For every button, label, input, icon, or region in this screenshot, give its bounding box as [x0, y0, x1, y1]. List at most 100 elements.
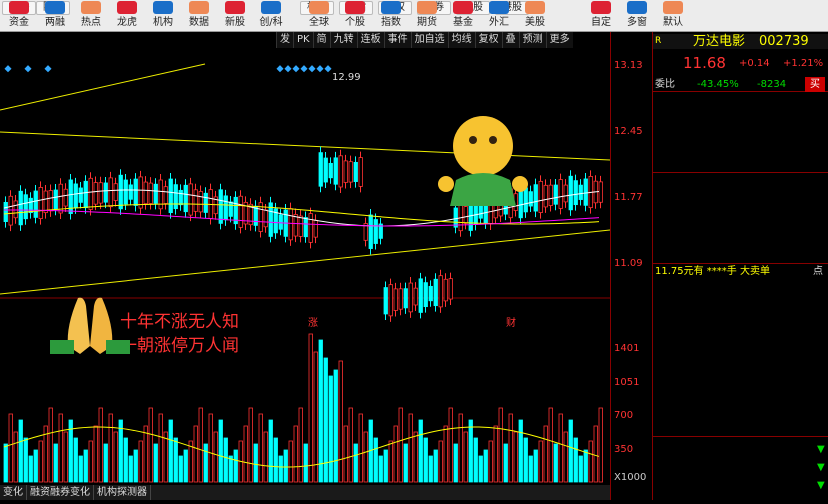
candle-body: [308, 213, 313, 243]
index-button[interactable]: 指数: [374, 16, 408, 30]
institution-button[interactable]: 机构: [146, 16, 180, 30]
volume-bar: [438, 440, 443, 483]
candle-body: [23, 194, 28, 220]
chart-tab[interactable]: 均线: [447, 32, 475, 48]
candle-body: [413, 287, 418, 306]
event-marker[interactable]: 财: [506, 316, 516, 329]
tick-row: ▼: [653, 478, 828, 493]
chart-tab[interactable]: 复权: [474, 32, 502, 48]
sell-level-row[interactable]: [653, 94, 828, 109]
candle-body: [188, 183, 193, 216]
candle-body: [408, 282, 413, 313]
chart-tab[interactable]: 连板: [356, 32, 384, 48]
futures-button[interactable]: 期货: [410, 16, 444, 30]
volume-bar: [273, 437, 278, 483]
candle-body: [53, 189, 58, 210]
volume-bar: [78, 455, 83, 483]
default-button[interactable]: 默认: [656, 16, 690, 30]
signal-marker: [44, 65, 52, 73]
buy-level-row[interactable]: [653, 210, 828, 225]
margin-button[interactable]: 两融: [38, 16, 72, 30]
candle-body: [303, 217, 308, 238]
candle-body: [143, 181, 148, 205]
volume-bar: [453, 443, 458, 483]
down-arrow-icon: ▼: [817, 462, 825, 473]
chart-tab[interactable]: 九转: [329, 32, 357, 48]
buy-level-row[interactable]: [653, 226, 828, 241]
kline-chart[interactable]: 12.99 涨 财: [0, 32, 611, 500]
chart-tab[interactable]: 预测: [518, 32, 546, 48]
volume-bar: [288, 440, 293, 483]
volume-bar: [493, 425, 498, 483]
praying-hands-icon: [48, 296, 132, 354]
trend-line: [0, 63, 206, 111]
bottom-tab[interactable]: 变化: [0, 485, 27, 500]
green-emoji-icon: [436, 110, 530, 206]
volume-bar: [313, 351, 318, 483]
overlay-line2: 一朝涨停万人闻: [120, 336, 239, 356]
candle-body: [338, 155, 343, 188]
data-button[interactable]: 数据: [182, 16, 216, 30]
volume-bar: [153, 443, 158, 483]
buy-level-row[interactable]: [653, 194, 828, 209]
chart-tab[interactable]: 叠: [501, 32, 519, 48]
sell-level-row[interactable]: [653, 109, 828, 124]
stock-button[interactable]: 个股: [338, 16, 372, 30]
chart-tab[interactable]: 加自选: [410, 32, 448, 48]
hot-button[interactable]: 热点: [74, 16, 108, 30]
buy-level-row[interactable]: [653, 178, 828, 193]
volume-tick: 1401: [614, 343, 640, 354]
star-button[interactable]: 创/科: [254, 16, 288, 30]
sell-level-row[interactable]: [653, 124, 828, 139]
chart-svg[interactable]: 12.99 涨 财: [0, 32, 611, 500]
multiwin-button[interactable]: 多窗: [620, 16, 654, 30]
volume-bar: [388, 440, 393, 483]
forex-button[interactable]: 外汇: [482, 16, 516, 30]
volume-bar: [18, 419, 23, 483]
candle-body: [133, 178, 138, 206]
globe-button[interactable]: 全球: [302, 16, 336, 30]
custom-button[interactable]: 自定: [584, 16, 618, 30]
ipo-button[interactable]: 新股: [218, 16, 252, 30]
volume-bar: [128, 455, 133, 483]
fund-button[interactable]: 基金: [446, 16, 480, 30]
volume-bar: [418, 419, 423, 483]
sell-level-row[interactable]: [653, 139, 828, 154]
candle-body: [443, 278, 448, 302]
default-icon: [663, 1, 683, 14]
price-tick: 11.77: [614, 192, 643, 203]
chart-tab[interactable]: 简: [312, 32, 330, 48]
candle-body: [313, 219, 318, 238]
bottom-tab[interactable]: 融资融券变化: [27, 485, 94, 500]
chart-tab[interactable]: 更多: [545, 32, 573, 48]
sell-level-row[interactable]: [653, 154, 828, 169]
volume-bar: [448, 407, 453, 483]
chart-tab[interactable]: 事件: [383, 32, 411, 48]
capital-button[interactable]: 资金: [2, 16, 36, 30]
volume-tick: 1051: [614, 377, 640, 388]
candle-body: [88, 177, 93, 210]
volume-bar: [468, 419, 473, 483]
us-button[interactable]: 美股: [518, 16, 552, 30]
chart-tab[interactable]: 发: [276, 32, 293, 48]
buy-button[interactable]: 买: [805, 77, 825, 92]
volume-bar: [463, 431, 468, 483]
volume-bar: [353, 443, 358, 483]
buy-level-row[interactable]: [653, 242, 828, 257]
candle-body: [18, 190, 23, 226]
bottom-tab[interactable]: 机构探测器: [94, 485, 151, 500]
candle-body: [433, 278, 438, 307]
volume-bar: [548, 407, 553, 483]
price-change: +0.14: [739, 58, 770, 69]
volume-bar: [178, 455, 183, 483]
volume-bar: [328, 375, 333, 483]
chart-tab[interactable]: PK: [293, 32, 313, 48]
volume-bar: [413, 431, 418, 483]
candle-body: [128, 184, 133, 200]
candle-body: [118, 174, 123, 210]
candle-body: [278, 214, 283, 230]
event-marker[interactable]: 涨: [308, 317, 318, 329]
capital-icon: [9, 1, 29, 14]
dragon-button[interactable]: 龙虎: [110, 16, 144, 30]
candle-body: [218, 189, 223, 224]
